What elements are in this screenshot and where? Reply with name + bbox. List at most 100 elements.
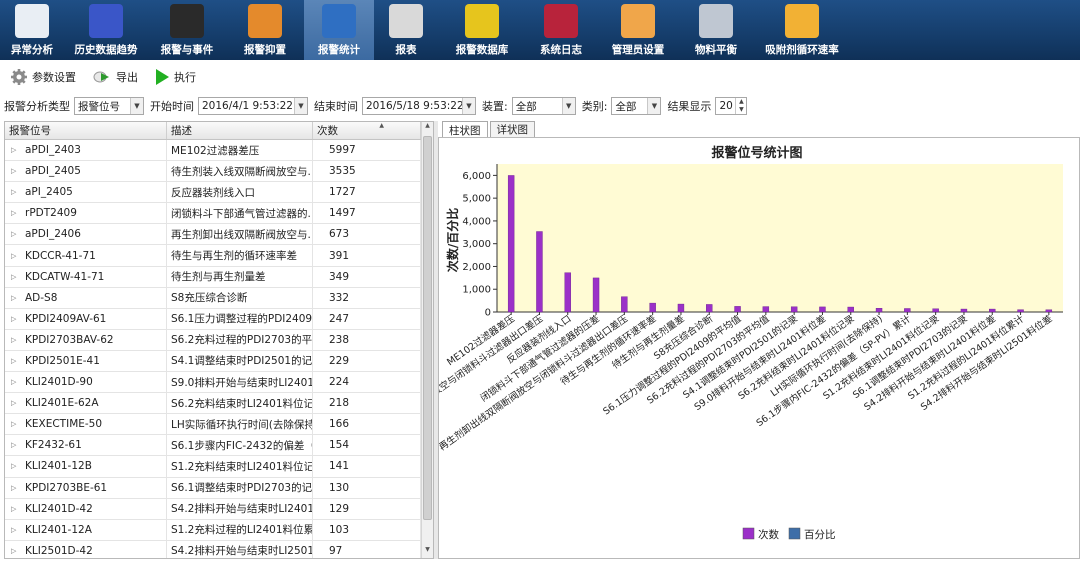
chevron-down-icon: ▼ — [294, 98, 307, 114]
cell-count: 154 — [313, 435, 421, 456]
expand-triangle-icon[interactable]: ▷ — [11, 294, 25, 302]
bar — [989, 308, 996, 313]
device-select[interactable]: 全部 ▼ — [511, 97, 576, 115]
table-row[interactable]: ▷ KLI2501D-42 S4.2排料开始与结束时LI2501... 97 — [5, 540, 423, 558]
tab-detail-chart[interactable]: 详状图 — [489, 121, 535, 137]
table-row[interactable]: ▷ KLI2401D-42 S4.2排料开始与结束时LI2401... 129 — [5, 498, 423, 520]
table-row[interactable]: ▷ KLI2401D-90 S9.0排料开始与结束时LI2401... 224 — [5, 372, 423, 394]
tab-bar-chart[interactable]: 柱状图 — [442, 121, 488, 138]
cell-description: 待生剂装入线双隔断阀放空与... — [167, 161, 313, 182]
table-row[interactable]: ▷ KPDI2501E-41 S4.1调整结束时PDI2501的记录 229 — [5, 350, 423, 373]
end-label: 结束时间 — [314, 100, 358, 113]
nav-item-label: 报警统计 — [318, 44, 360, 56]
device-value: 全部 — [515, 100, 537, 113]
scroll-down-icon[interactable]: ▼ — [422, 546, 433, 558]
nav-item-0[interactable]: 异常分析 — [0, 0, 64, 60]
expand-triangle-icon[interactable]: ▷ — [11, 441, 25, 449]
nav-item-3[interactable]: 报警抑置 — [226, 0, 304, 60]
expand-triangle-icon[interactable]: ▷ — [11, 252, 25, 260]
display-count-stepper[interactable]: 20 ▲ ▼ — [715, 97, 748, 115]
table-row[interactable]: ▷ KPDI2703BE-61 S6.1调整结束时PDI2703的记录 130 — [5, 477, 423, 499]
cell-count: 349 — [313, 266, 421, 287]
table-row[interactable]: ▷ aPDI_2403 ME102过滤器差压 5997 — [5, 140, 423, 162]
expand-triangle-icon[interactable]: ▷ — [11, 209, 25, 217]
nav-item-label: 吸附剂循环速率 — [765, 44, 839, 56]
expand-triangle-icon[interactable]: ▷ — [11, 378, 25, 386]
table-scrollbar[interactable]: ▲ ▼ — [421, 122, 433, 558]
bar — [1045, 309, 1053, 313]
table-row[interactable]: ▷ KLI2401-12B S1.2充料结束时LI2401料位记录 141 — [5, 456, 423, 478]
nav-item-label: 报警数据库 — [455, 44, 509, 56]
tools-icon — [322, 4, 356, 38]
nav-item-5[interactable]: 报表 — [374, 0, 438, 60]
column-header-tag[interactable]: 报警位号 — [5, 122, 167, 139]
bar — [649, 302, 656, 313]
nav-item-9[interactable]: 物料平衡 — [680, 0, 752, 60]
expand-triangle-icon[interactable]: ▷ — [11, 146, 25, 154]
table-row[interactable]: ▷ KLI2401E-62A S6.2充料结束时LI2401料位记录 218 — [5, 393, 423, 415]
table-row[interactable]: ▷ aPDI_2405 待生剂装入线双隔断阀放空与... 3535 — [5, 161, 423, 183]
cell-tag: ▷ aPI_2405 — [5, 182, 167, 203]
cell-tag: ▷ KDCCR-41-71 — [5, 245, 167, 266]
table-row[interactable]: ▷ KPDI2409AV-61 S6.1压力调整过程的PDI2409... 247 — [5, 308, 423, 330]
table-row[interactable]: ▷ AD-S8 S8充压综合诊断 332 — [5, 287, 423, 309]
cell-description: S6.2充料结束时LI2401料位记录 — [167, 393, 313, 414]
expand-triangle-icon[interactable]: ▷ — [11, 273, 25, 281]
start-value: 2016/4/1 9:53:22 — [202, 100, 293, 112]
params-button[interactable]: 参数设置 — [10, 68, 76, 86]
expand-triangle-icon[interactable]: ▷ — [11, 336, 25, 344]
start-time-input[interactable]: 2016/4/1 9:53:22 ▼ — [198, 97, 308, 115]
table-row[interactable]: ▷ KDCCR-41-71 待生与再生剂的循环速率差 391 — [5, 245, 423, 267]
display-value: 20 — [719, 100, 733, 112]
category-select[interactable]: 全部 ▼ — [611, 97, 662, 115]
expand-triangle-icon[interactable]: ▷ — [11, 167, 25, 175]
legend-swatch — [742, 527, 755, 540]
table-row[interactable]: ▷ KEXECTIME-50 LH实际循环执行时间(去除保持) 166 — [5, 414, 423, 436]
scrollbar-thumb[interactable] — [423, 136, 432, 520]
expand-triangle-icon[interactable]: ▷ — [11, 484, 25, 492]
cell-tag: ▷ KLI2401D-42 — [5, 498, 167, 519]
nav-item-1[interactable]: 历史数据趋势 — [64, 0, 148, 60]
stepper-up-icon[interactable]: ▲ — [736, 98, 746, 106]
expand-triangle-icon[interactable]: ▷ — [11, 399, 25, 407]
export-button[interactable]: 导出 — [92, 69, 138, 85]
type-select[interactable]: 报警位号 ▼ — [74, 97, 144, 115]
nav-item-2[interactable]: 报警与事件 — [148, 0, 226, 60]
run-button[interactable]: 执行 — [154, 68, 196, 86]
expand-triangle-icon[interactable]: ▷ — [11, 315, 25, 323]
scroll-up-icon[interactable]: ▲ — [422, 122, 433, 134]
table-row[interactable]: ▷ rPDT2409 闭锁料斗下部通气管过滤器的... 1497 — [5, 203, 423, 225]
column-header-description[interactable]: 描述 — [167, 122, 313, 139]
expand-triangle-icon[interactable]: ▷ — [11, 357, 25, 365]
expand-triangle-icon[interactable]: ▷ — [11, 188, 25, 196]
report-chart-icon — [389, 4, 423, 38]
end-time-input[interactable]: 2016/5/18 9:53:22 ▼ — [362, 97, 476, 115]
table-row[interactable]: ▷ KDCATW-41-71 待生剂与再生剂量差 349 — [5, 266, 423, 288]
display-label: 结果显示 — [667, 100, 712, 113]
expand-triangle-icon[interactable]: ▷ — [11, 526, 25, 534]
nav-item-6[interactable]: 报警数据库 — [438, 0, 526, 60]
table-row[interactable]: ▷ aPDI_2406 再生剂卸出线双隔断阀放空与... 673 — [5, 224, 423, 246]
cell-count: 1727 — [313, 182, 421, 203]
nav-item-10[interactable]: 吸附剂循环速率 — [752, 0, 852, 60]
chart-tabs: 柱状图 详状图 — [442, 121, 537, 138]
table-row[interactable]: ▷ aPI_2405 反应器装剂线入口 1727 — [5, 182, 423, 204]
bar — [819, 306, 826, 313]
nav-item-8[interactable]: 管理员设置 — [596, 0, 680, 60]
table-row[interactable]: ▷ KF2432-61 S6.1步骤内FIC-2432的偏差（... 154 — [5, 435, 423, 457]
cell-description: 待生剂与再生剂量差 — [167, 266, 313, 287]
cell-description: S4.1调整结束时PDI2501的记录 — [167, 350, 313, 372]
table-row[interactable]: ▷ KPDI2703BAV-62 S6.2充料过程的PDI2703的平... 238 — [5, 329, 423, 351]
cell-count: 3535 — [313, 161, 421, 182]
nav-item-4[interactable]: 报警统计 — [304, 0, 374, 60]
stepper-down-icon[interactable]: ▼ — [736, 106, 746, 114]
expand-triangle-icon[interactable]: ▷ — [11, 547, 25, 555]
table-row[interactable]: ▷ KLI2401-12A S1.2充料过程的LI2401料位累计 103 — [5, 519, 423, 541]
expand-triangle-icon[interactable]: ▷ — [11, 462, 25, 470]
cell-description: S6.1调整结束时PDI2703的记录 — [167, 477, 313, 498]
expand-triangle-icon[interactable]: ▷ — [11, 420, 25, 428]
column-header-count[interactable]: 次数 ▲ — [313, 122, 421, 139]
nav-item-7[interactable]: 系统日志 — [526, 0, 596, 60]
expand-triangle-icon[interactable]: ▷ — [11, 230, 25, 238]
expand-triangle-icon[interactable]: ▷ — [11, 505, 25, 513]
